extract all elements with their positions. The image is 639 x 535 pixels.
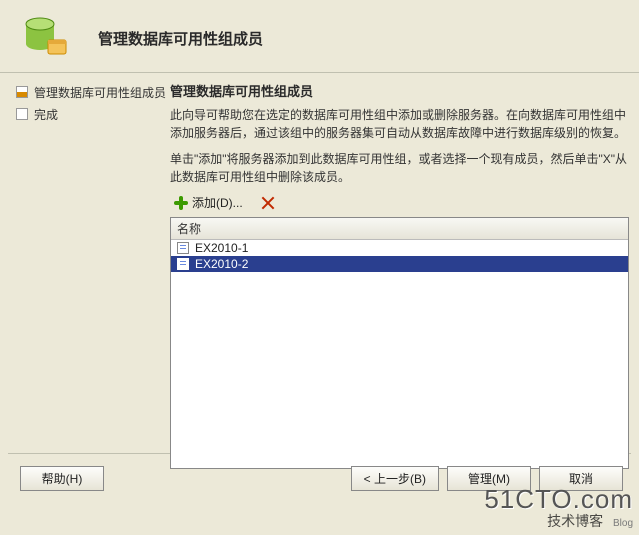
watermark-brand: 51CTO.com bbox=[484, 488, 633, 511]
header: 管理数据库可用性组成员 bbox=[0, 0, 639, 73]
list-item[interactable]: EX2010-1 bbox=[171, 240, 628, 256]
step-complete: 完成 bbox=[16, 107, 166, 123]
step-label: 完成 bbox=[34, 107, 58, 123]
x-icon bbox=[261, 196, 275, 210]
list-rows: EX2010-1 EX2010-2 bbox=[171, 240, 628, 468]
section-title: 管理数据库可用性组成员 bbox=[170, 81, 629, 100]
wizard-dialog: 管理数据库可用性组成员 管理数据库可用性组成员 完成 管理数据库可用性组成员 此… bbox=[0, 0, 639, 535]
list-item-label: EX2010-2 bbox=[195, 257, 248, 271]
toolbar: 添加(D)... bbox=[170, 190, 629, 217]
step-current-icon bbox=[16, 86, 28, 98]
step-manage-members: 管理数据库可用性组成员 bbox=[16, 85, 166, 101]
section-hint: 单击"添加"将服务器添加到此数据库可用性组，或者选择一个现有成员，然后单击"X"… bbox=[170, 150, 629, 186]
list-item-label: EX2010-1 bbox=[195, 241, 248, 255]
server-icon bbox=[177, 258, 189, 270]
body: 管理数据库可用性组成员 完成 管理数据库可用性组成员 此向导可帮助您在选定的数据… bbox=[0, 73, 639, 451]
step-pending-icon bbox=[16, 108, 28, 120]
help-button[interactable]: 帮助(H) bbox=[20, 466, 104, 491]
sidebar: 管理数据库可用性组成员 完成 bbox=[16, 81, 166, 451]
add-button[interactable]: 添加(D)... bbox=[170, 192, 247, 213]
server-icon bbox=[177, 242, 189, 254]
manage-button[interactable]: 管理(M) bbox=[447, 466, 531, 491]
list-item[interactable]: EX2010-2 bbox=[171, 256, 628, 272]
section-description: 此向导可帮助您在选定的数据库可用性组中添加或删除服务器。在向数据库可用性组中添加… bbox=[170, 106, 629, 142]
add-button-label: 添加(D)... bbox=[192, 194, 243, 211]
page-title: 管理数据库可用性组成员 bbox=[98, 28, 263, 49]
column-header-name[interactable]: 名称 bbox=[171, 218, 628, 240]
watermark: 51CTO.com 技术博客 Blog bbox=[484, 488, 633, 531]
cancel-button[interactable]: 取消 bbox=[539, 466, 623, 491]
database-group-icon bbox=[22, 14, 70, 62]
back-button[interactable]: < 上一步(B) bbox=[351, 466, 439, 491]
members-listbox[interactable]: 名称 EX2010-1 EX2010-2 bbox=[170, 217, 629, 469]
footer-button-group: < 上一步(B) 管理(M) 取消 bbox=[351, 466, 623, 491]
main-panel: 管理数据库可用性组成员 此向导可帮助您在选定的数据库可用性组中添加或删除服务器。… bbox=[166, 81, 629, 451]
plus-icon bbox=[174, 196, 188, 210]
watermark-sub: 技术博客 Blog bbox=[484, 511, 633, 531]
step-label: 管理数据库可用性组成员 bbox=[34, 85, 166, 101]
remove-button[interactable] bbox=[257, 194, 279, 212]
